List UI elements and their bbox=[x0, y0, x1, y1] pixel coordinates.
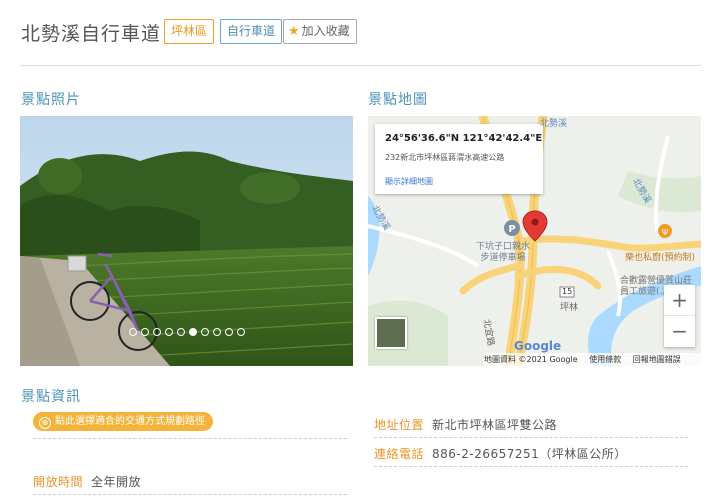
location-card: 24°56'36.6"N 121°42'42.4"E 232新北市坪林區蔣渭水高… bbox=[375, 124, 543, 194]
restaurant-label: 樂也私廚(預約制) bbox=[625, 253, 696, 263]
route-planning-label: 點此選擇適合的交通方式規劃路徑 bbox=[55, 416, 205, 427]
carousel-dot[interactable] bbox=[224, 328, 233, 336]
carousel-dot[interactable] bbox=[188, 328, 197, 336]
carousel-dot[interactable] bbox=[164, 328, 173, 336]
svg-text:Ψ: Ψ bbox=[662, 228, 668, 237]
opening-hours-label: 開放時間 bbox=[33, 475, 84, 489]
town-label: 坪林 bbox=[560, 303, 579, 313]
map-data-credit: 地圖資料 ©2021 Google bbox=[484, 355, 578, 364]
carousel-dot[interactable] bbox=[152, 328, 161, 336]
route-number-label: 15 bbox=[562, 287, 573, 296]
carousel-dot[interactable] bbox=[140, 328, 149, 336]
svg-text:P: P bbox=[508, 224, 515, 235]
report-error-link[interactable]: 回報地圖錯誤 bbox=[633, 355, 681, 364]
zoom-out-button[interactable]: − bbox=[664, 316, 695, 347]
zoom-controls: + − bbox=[664, 285, 695, 347]
star-icon: ★ bbox=[288, 24, 300, 39]
google-logo: Google bbox=[514, 339, 562, 353]
photo-section-title: 景點照片 bbox=[21, 92, 81, 108]
carousel-dot[interactable] bbox=[128, 328, 137, 336]
address-value: 新北市坪林區坪雙公路 bbox=[432, 418, 558, 432]
info-divider bbox=[33, 494, 347, 495]
carousel-dot[interactable] bbox=[176, 328, 185, 336]
add-favorite-button[interactable]: ★ 加入收藏 bbox=[283, 19, 357, 44]
photo-carousel[interactable] bbox=[20, 116, 353, 366]
view-larger-map-link[interactable]: 顯示詳細地圖 bbox=[385, 176, 433, 187]
info-divider bbox=[33, 438, 347, 439]
info-section-title: 景點資訊 bbox=[21, 389, 81, 405]
satellite-toggle[interactable] bbox=[375, 317, 407, 349]
category-tag[interactable]: 自行車道 bbox=[220, 19, 283, 44]
district-tag[interactable]: 坪林區 bbox=[164, 19, 215, 44]
terms-link[interactable]: 使用條款 bbox=[589, 355, 621, 364]
parking-label: 下坑子口親水 步道停車場 bbox=[476, 242, 531, 263]
map-footer: 地圖資料 ©2021 Google 使用條款 回報地圖錯誤 bbox=[484, 353, 701, 366]
info-divider bbox=[374, 466, 688, 467]
embedded-map[interactable]: P Ψ 24°56'36.6"N 121°42'42.4"E 232新北市坪林區… bbox=[368, 116, 701, 366]
info-divider bbox=[374, 437, 688, 438]
add-favorite-label: 加入收藏 bbox=[301, 24, 350, 38]
address-label: 地址位置 bbox=[374, 418, 425, 432]
map-address: 232新北市坪林區蔣渭水高速公路 bbox=[385, 153, 505, 162]
route-icon: ⊕ bbox=[39, 417, 51, 429]
river-label-top: 北勢溪 bbox=[540, 119, 568, 129]
coordinates: 24°56'36.6"N 121°42'42.4"E bbox=[385, 133, 543, 144]
page-title: 北勢溪自行車道 bbox=[21, 23, 162, 45]
carousel-dot[interactable] bbox=[212, 328, 221, 336]
carousel-dot[interactable] bbox=[200, 328, 209, 336]
route-planning-button[interactable]: ⊕ 點此選擇適合的交通方式規劃路徑 bbox=[33, 412, 213, 431]
phone-label: 連絡電話 bbox=[374, 447, 425, 461]
carousel-dots bbox=[20, 328, 353, 336]
carousel-dot[interactable] bbox=[236, 328, 245, 336]
zoom-in-button[interactable]: + bbox=[664, 285, 695, 316]
opening-hours-value: 全年開放 bbox=[91, 475, 142, 489]
header-divider bbox=[20, 65, 701, 66]
phone-value[interactable]: 886-2-26657251（坪林區公所） bbox=[432, 445, 627, 462]
map-section-title: 景點地圖 bbox=[368, 92, 428, 108]
